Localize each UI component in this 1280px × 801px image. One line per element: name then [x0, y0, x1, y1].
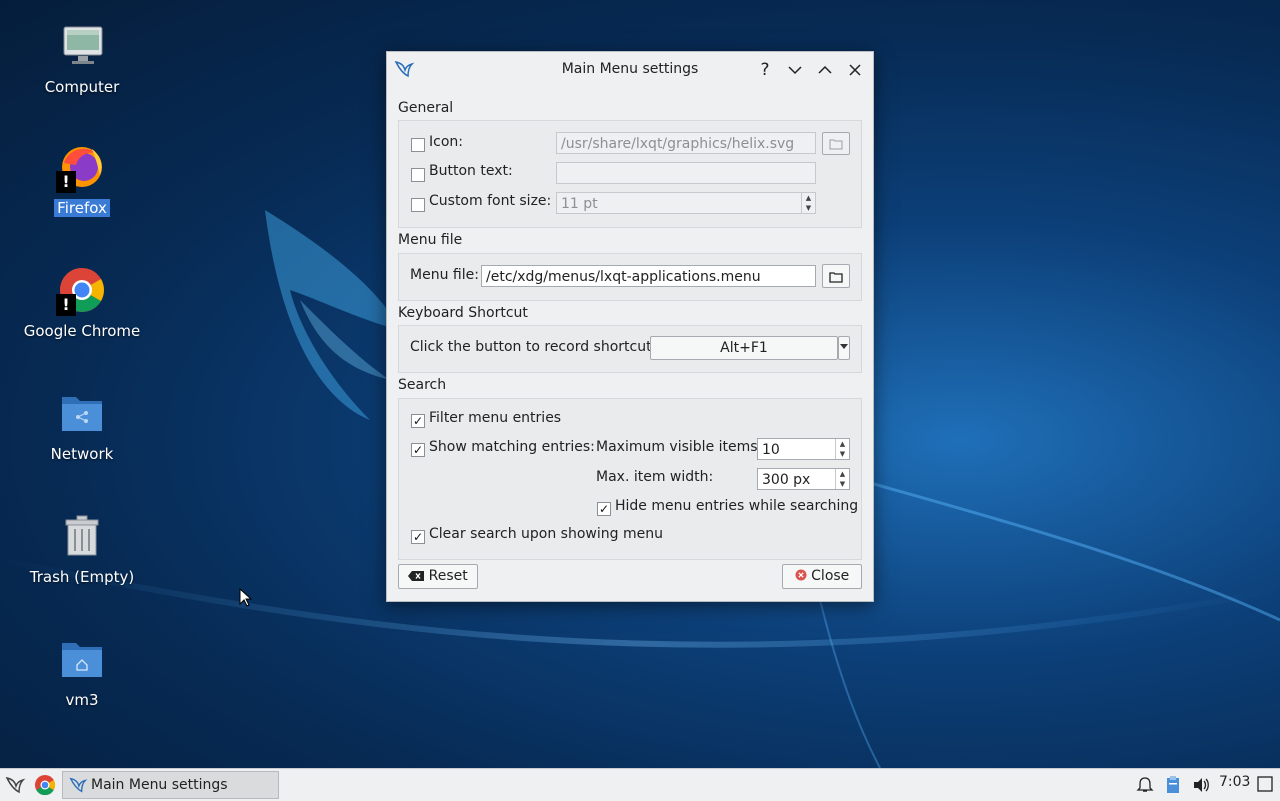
main-menu-settings-dialog: Main Menu settings ? General Icon: /usr/… — [386, 51, 874, 602]
record-shortcut-button[interactable]: Alt+F1 — [650, 336, 838, 360]
button-text-label: Button text: — [429, 163, 513, 179]
max-visible-items-label: Maximum visible items: — [596, 439, 763, 455]
speaker-icon — [1194, 778, 1209, 792]
clear-search-checkbox[interactable]: ✓ — [411, 530, 425, 544]
filter-menu-entries-label: Filter menu entries — [429, 410, 562, 426]
chevron-down-icon — [788, 66, 802, 75]
max-visible-items-spinbox[interactable]: 10 ▲ ▼ — [757, 438, 850, 460]
general-group: Icon: /usr/share/lxqt/graphics/helix.svg… — [398, 120, 862, 228]
spin-arrows-icon[interactable]: ▲ ▼ — [801, 193, 815, 213]
computer-icon — [56, 22, 108, 74]
max-item-width-label: Max. item width: — [596, 469, 714, 485]
desktop-icon-trash[interactable]: Trash (Empty) — [12, 512, 152, 586]
volume-button[interactable] — [1192, 776, 1212, 798]
lxqt-logo-icon — [5, 776, 26, 794]
desktop-icon-home-folder[interactable]: vm3 — [12, 635, 152, 709]
hide-menu-entries-label: Hide menu entries while searching — [615, 498, 859, 514]
desktop-icon-label: Firefox — [54, 199, 110, 217]
warning-badge-icon: ! — [56, 294, 76, 316]
folder-icon — [829, 272, 843, 283]
section-title-search: Search — [398, 377, 447, 393]
clipboard-tray-button[interactable] — [1165, 775, 1181, 799]
reset-button[interactable]: Reset — [398, 564, 478, 589]
trash-icon — [56, 512, 108, 564]
desktop-icon-firefox[interactable]: ! Firefox — [12, 143, 152, 217]
desktop-icon-label: Trash (Empty) — [29, 568, 135, 586]
network-folder-icon — [56, 389, 108, 441]
font-size-spinbox[interactable]: 11 pt ▲ ▼ — [556, 192, 816, 214]
custom-font-size-label: Custom font size: — [429, 193, 552, 209]
close-label: Close — [811, 568, 850, 584]
close-icon — [849, 64, 861, 76]
minimize-button[interactable] — [785, 60, 805, 80]
mouse-pointer-icon — [239, 588, 253, 607]
hide-menu-entries-checkbox[interactable]: ✓ — [597, 502, 611, 516]
search-group: ✓ Filter menu entries ✓ Show matching en… — [398, 398, 862, 560]
taskbar: Main Menu settings 7:03 — [0, 768, 1280, 801]
clock[interactable]: 7:03 — [1219, 774, 1250, 790]
spin-arrows-icon[interactable]: ▲ ▼ — [835, 469, 849, 489]
bell-icon — [1136, 777, 1154, 792]
close-window-button[interactable] — [845, 60, 865, 80]
shortcut-label: Click the button to record shortcut: — [410, 339, 657, 355]
maximize-button[interactable] — [815, 60, 835, 80]
chrome-icon: ! — [56, 266, 108, 318]
custom-font-size-checkbox[interactable] — [411, 198, 425, 212]
section-title-menu-file: Menu file — [398, 232, 463, 248]
desktop-icon-label: Network — [50, 445, 114, 463]
home-folder-icon — [56, 635, 108, 687]
close-button[interactable]: Close — [782, 564, 862, 589]
chevron-down-icon — [840, 344, 848, 349]
section-title-general: General — [398, 100, 454, 116]
icon-path-field[interactable]: /usr/share/lxqt/graphics/helix.svg — [556, 132, 816, 154]
show-desktop-button[interactable] — [1257, 776, 1273, 796]
help-button[interactable]: ? — [755, 60, 775, 80]
icon-label: Icon: — [429, 134, 463, 150]
folder-icon — [829, 139, 843, 150]
clipboard-icon — [1167, 776, 1179, 793]
main-menu-button[interactable] — [4, 774, 26, 800]
show-matching-entries-checkbox[interactable]: ✓ — [411, 443, 425, 457]
desktop-icon-computer[interactable]: Computer — [12, 22, 152, 96]
keyboard-shortcut-group: Click the button to record shortcut: Alt… — [398, 325, 862, 373]
desktop-icon-label: Computer — [44, 78, 120, 96]
filter-menu-entries-checkbox[interactable]: ✓ — [411, 414, 425, 428]
close-circle-icon — [795, 569, 807, 581]
chrome-icon — [35, 775, 56, 796]
browse-menu-file-button[interactable] — [822, 264, 850, 288]
max-item-width-value: 300 px — [762, 472, 811, 488]
warning-badge-icon: ! — [56, 171, 76, 193]
backspace-icon — [408, 571, 425, 581]
show-desktop-icon — [1257, 776, 1273, 792]
taskbar-window-title: Main Menu settings — [91, 777, 228, 793]
desktop-icon-google-chrome[interactable]: ! Google Chrome — [12, 266, 152, 340]
max-item-width-spinbox[interactable]: 300 px ▲ ▼ — [757, 468, 850, 490]
chevron-up-icon — [818, 65, 832, 74]
browse-icon-button[interactable] — [822, 132, 850, 155]
taskbar-window-button[interactable]: Main Menu settings — [62, 771, 279, 799]
section-title-keyboard-shortcut: Keyboard Shortcut — [398, 305, 528, 321]
lxqt-logo-icon — [69, 777, 88, 793]
icon-checkbox[interactable] — [411, 138, 425, 152]
button-text-checkbox[interactable] — [411, 168, 425, 182]
shortcut-dropdown-button[interactable] — [838, 336, 850, 360]
menu-file-group: Menu file: /etc/xdg/menus/lxqt-applicati… — [398, 253, 862, 301]
desktop-icon-network[interactable]: Network — [12, 389, 152, 463]
show-matching-entries-label: Show matching entries: — [429, 439, 595, 455]
desktop-icon-label: Google Chrome — [23, 322, 141, 340]
spin-arrows-icon[interactable]: ▲ ▼ — [835, 439, 849, 459]
menu-file-label: Menu file: — [410, 267, 479, 283]
font-size-value: 11 pt — [561, 196, 598, 212]
menu-file-field[interactable]: /etc/xdg/menus/lxqt-applications.menu — [481, 265, 816, 287]
notifications-button[interactable] — [1136, 776, 1154, 798]
reset-label: Reset — [428, 568, 468, 584]
chrome-quicklaunch-button[interactable] — [34, 774, 56, 800]
firefox-icon: ! — [56, 143, 108, 195]
desktop-icon-label: vm3 — [65, 691, 99, 709]
clear-search-label: Clear search upon showing menu — [429, 526, 663, 542]
button-text-field[interactable] — [556, 162, 816, 184]
max-visible-items-value: 10 — [762, 442, 780, 458]
dialog-titlebar[interactable]: Main Menu settings ? — [387, 52, 873, 88]
